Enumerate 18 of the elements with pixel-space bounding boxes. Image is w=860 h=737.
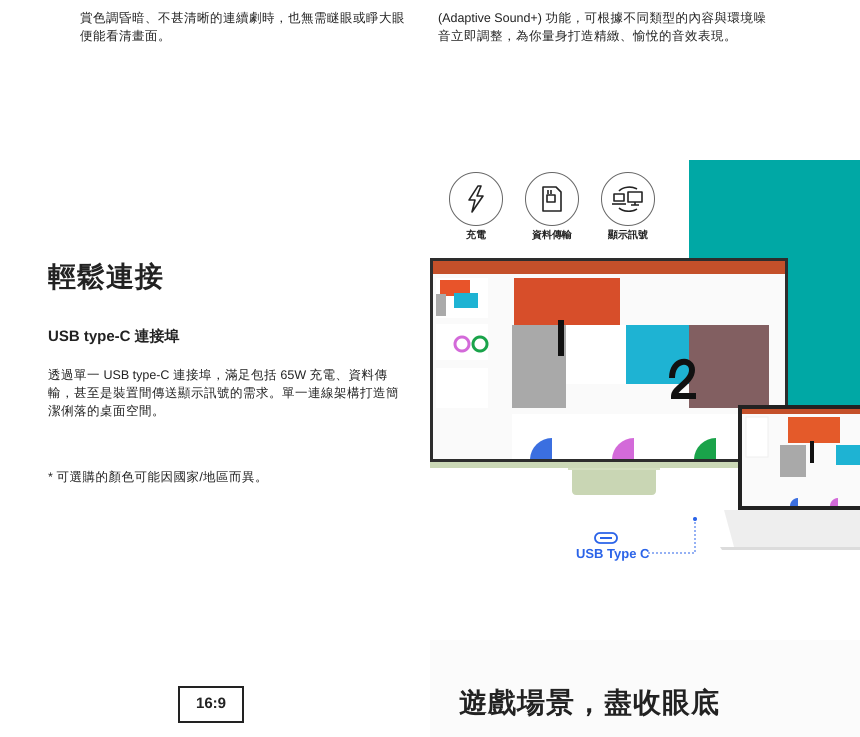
- feature-label: 顯示訊號: [608, 229, 648, 243]
- section-description: 透過單一 USB type-C 連接埠，滿足包括 65W 充電、資料傳輸，甚至是裝置間傳送顯示訊號的需求。單一連線架構打造簡潔俐落的桌面空間。: [48, 367, 400, 420]
- section-heading: 遊戲場景，盡收眼底: [459, 686, 720, 720]
- body-text: (Adaptive Sound+) 功能，可根據不同類型的內容與環境噪: [438, 10, 768, 27]
- body-text: 便能看清畫面。: [80, 28, 172, 45]
- feature-label: 充電: [466, 229, 486, 243]
- body-text: 賞色調昏暗、不甚清晰的連續劇時，也無需瞇眼或睜大眼: [80, 10, 406, 27]
- port-label: USB Type C: [576, 545, 650, 563]
- devices-sync-icon: [611, 185, 645, 213]
- usb-c-port-icon: [594, 532, 618, 544]
- feature-label: 資料傳輸: [532, 229, 572, 243]
- body-text: 音立即調整，為你量身打造精緻、愉悅的音效表現。: [438, 28, 738, 45]
- section-subheading: USB type-C 連接埠: [48, 327, 181, 347]
- dotted-leader-line: [647, 516, 699, 554]
- memory-card-icon: [541, 186, 563, 212]
- aspect-ratio-badge: 16:9: [178, 686, 244, 723]
- footnote-text: * 可選購的顏色可能因國家/地區而異。: [48, 469, 269, 486]
- section-heading: 輕鬆連接: [48, 260, 165, 294]
